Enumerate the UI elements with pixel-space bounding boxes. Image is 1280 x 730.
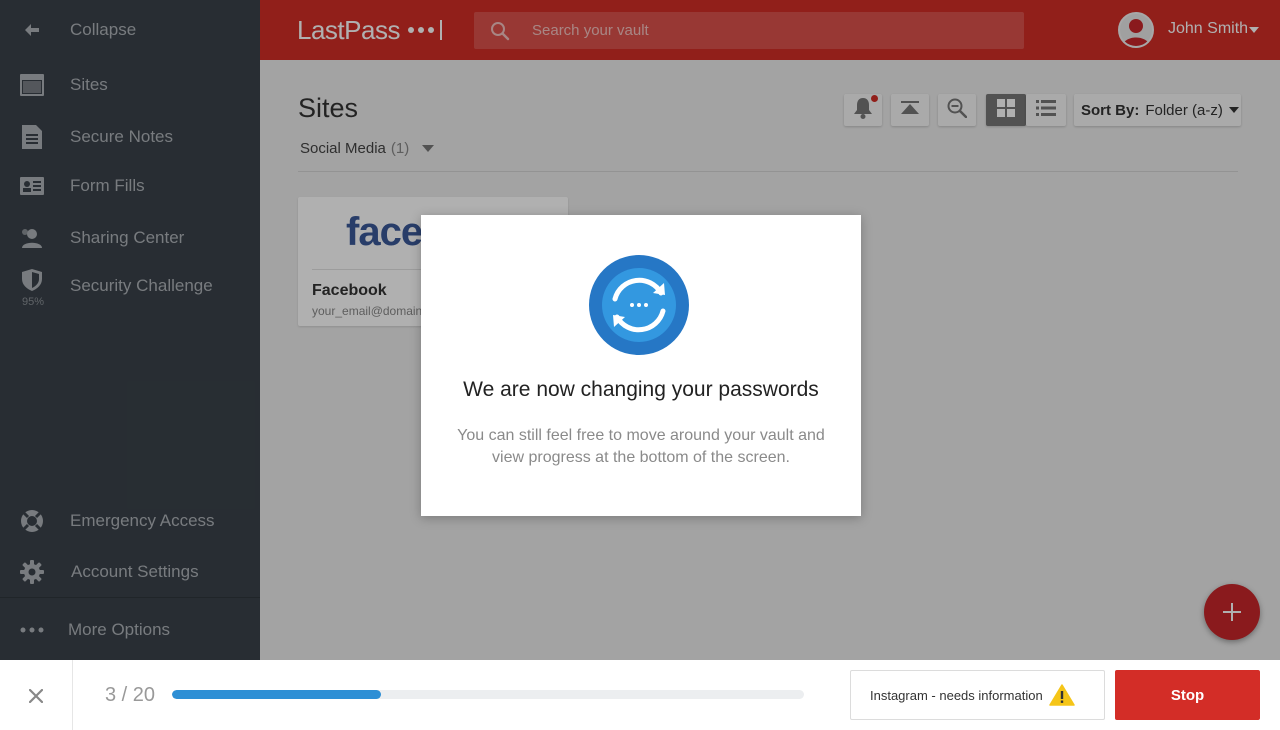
progress-bar-fill (172, 690, 381, 699)
sync-progress-icon (589, 255, 689, 355)
progress-footer: 3 / 20 Instagram - needs information Sto… (0, 660, 1280, 730)
close-icon[interactable] (23, 683, 49, 709)
stop-button[interactable]: Stop (1115, 670, 1260, 720)
needs-info-notice[interactable]: Instagram - needs information (850, 670, 1105, 720)
progress-count: 3 / 20 (105, 684, 156, 706)
progress-bar (172, 690, 804, 699)
modal-title: We are now changing your passwords (463, 378, 819, 401)
modal-description: You can still feel free to move around y… (457, 427, 825, 466)
notice-text: Instagram - needs information (870, 687, 1043, 703)
footer-divider (72, 660, 73, 730)
password-change-modal: We are now changing your passwords You c… (421, 215, 861, 516)
warning-icon (1048, 684, 1075, 706)
